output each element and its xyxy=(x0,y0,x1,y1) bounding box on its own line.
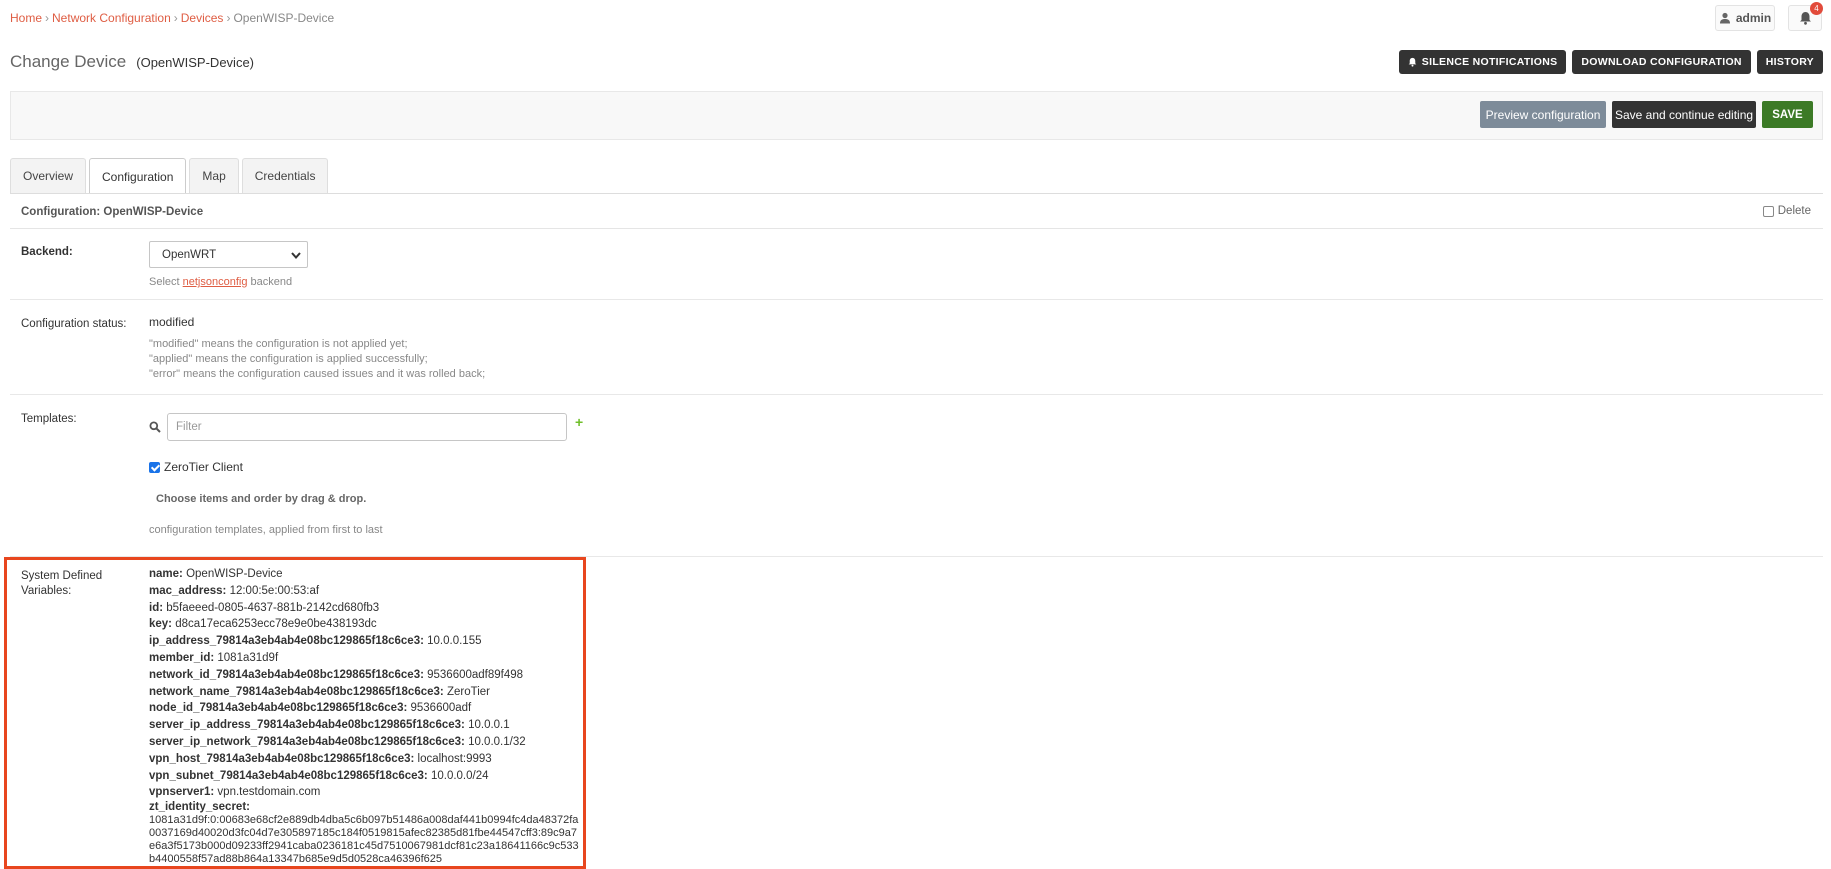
netjsonconfig-link[interactable]: netjsonconfig xyxy=(183,276,248,288)
page-title: Change Device (OpenWISP-Device) xyxy=(10,52,254,72)
user-icon xyxy=(1719,12,1730,24)
variable-item: id: b5faeeed-0805-4637-881b-2142cd680fb3 xyxy=(149,601,380,614)
variable-item: mac_address: 12:00:5e:00:53:af xyxy=(149,584,320,597)
template-filter-input[interactable]: Filter xyxy=(167,413,567,441)
object-tools: SILENCE NOTIFICATIONS DOWNLOAD CONFIGURA… xyxy=(1398,50,1823,74)
variable-item-identity-secret: zt_identity_secret: 1081a31d9f:0:00683e6… xyxy=(149,801,581,866)
backend-label: Backend: xyxy=(21,246,73,258)
configuration-status-label: Configuration status: xyxy=(21,318,127,330)
variable-item: node_id_79814a3eb4ab4e08bc129865f18c6ce3… xyxy=(149,702,472,715)
system-variables-label-line2: Variables: xyxy=(21,585,72,597)
templates-label: Templates: xyxy=(21,413,77,425)
breadcrumb-devices-link[interactable]: Devices xyxy=(181,11,224,25)
system-variables-list: name: OpenWISP-Device mac_address: 12:00… xyxy=(149,566,581,866)
status-help-applied: "applied" means the configuration is app… xyxy=(149,353,428,365)
variable-item: key: d8ca17eca6253ecc78e9e0be438193dc xyxy=(149,618,377,631)
template-item-label: ZeroTier Client xyxy=(164,460,243,474)
status-help-modified: "modified" means the configuration is no… xyxy=(149,338,408,350)
variable-item: ip_address_79814a3eb4ab4e08bc129865f18c6… xyxy=(149,635,482,648)
preview-configuration-button[interactable]: Preview configuration xyxy=(1480,101,1606,128)
silence-notifications-button[interactable]: SILENCE NOTIFICATIONS xyxy=(1398,50,1567,74)
breadcrumb-separator: › xyxy=(173,11,178,25)
search-icon xyxy=(149,421,161,433)
system-variables-label-line1: System Defined xyxy=(21,570,103,582)
tab-configuration[interactable]: Configuration xyxy=(89,158,187,194)
tab-credentials[interactable]: Credentials xyxy=(241,158,329,193)
top-bar: Home › Network Configuration › Devices › OpenW… xyxy=(0,0,1831,36)
configuration-status-value: modified xyxy=(149,315,195,329)
tab-bar: Overview Configuration Map Credentials xyxy=(10,158,329,194)
variable-item: network_id_79814a3eb4ab4e08bc129865f18c6… xyxy=(149,668,524,681)
status-help-error: "error" means the configuration caused i… xyxy=(149,368,486,380)
submit-row: Preview configuration Save and continue … xyxy=(10,91,1823,140)
configuration-title: Configuration: OpenWISP-Device xyxy=(21,206,204,218)
variable-item: server_ip_network_79814a3eb4ab4e08bc1298… xyxy=(149,735,526,748)
variable-item: name: OpenWISP-Device xyxy=(149,568,283,580)
configuration-header: Configuration: OpenWISP-Device Delete xyxy=(10,194,1823,229)
user-menu-button[interactable]: admin xyxy=(1715,5,1775,31)
system-variables-label: System Defined Variables: xyxy=(21,569,102,599)
page-title-text: Change Device xyxy=(10,52,127,71)
bell-icon xyxy=(1799,12,1811,25)
breadcrumb-home-link[interactable]: Home xyxy=(10,11,42,25)
bell-icon xyxy=(1408,57,1417,67)
breadcrumb-current: OpenWISP-Device xyxy=(233,11,335,25)
breadcrumb: Home › Network Configuration › Devices › OpenW… xyxy=(10,11,334,25)
backend-help-suffix: backend xyxy=(250,276,293,288)
variable-item: vpnserver1: vpn.testdomain.com xyxy=(149,786,321,799)
add-template-icon[interactable]: + xyxy=(575,414,583,430)
chevron-down-icon xyxy=(291,252,301,260)
tab-map[interactable]: Map xyxy=(189,158,239,193)
silence-notifications-label: SILENCE NOTIFICATIONS xyxy=(1421,56,1558,68)
user-name: admin xyxy=(1735,11,1772,25)
download-configuration-button[interactable]: DOWNLOAD CONFIGURATION xyxy=(1572,50,1751,74)
breadcrumb-network-configuration-link[interactable]: Network Configuration xyxy=(52,11,171,25)
history-button[interactable]: HISTORY xyxy=(1756,50,1823,74)
templates-row: Templates: Filter + ZeroTier Client Choo… xyxy=(10,395,1823,557)
backend-help-prefix: Select xyxy=(149,276,180,288)
configuration-status-help: "modified" means the configuration is no… xyxy=(149,337,485,382)
template-checkbox[interactable] xyxy=(149,461,160,473)
delete-label: Delete xyxy=(1777,205,1811,217)
breadcrumb-separator: › xyxy=(45,11,50,25)
variable-item: server_ip_address_79814a3eb4ab4e08bc1298… xyxy=(149,719,510,732)
breadcrumb-separator: › xyxy=(226,11,231,25)
backend-select-value: OpenWRT xyxy=(162,248,217,261)
save-continue-button[interactable]: Save and continue editing xyxy=(1612,101,1756,128)
templates-help: configuration templates, applied from fi… xyxy=(149,524,383,536)
identity-secret-value: 1081a31d9f:0:00683e68cf2e889db4dba5c6b09… xyxy=(149,814,579,866)
notification-badge: 4 xyxy=(1810,2,1823,15)
tab-overview[interactable]: Overview xyxy=(10,158,87,193)
template-filter: Filter + xyxy=(149,413,583,441)
notifications-button[interactable]: 4 xyxy=(1788,2,1823,31)
backend-row: Backend: OpenWRT Select netjsonconfig ba… xyxy=(10,229,1823,300)
configuration-status-row: Configuration status: modified "modified… xyxy=(10,300,1823,395)
backend-select[interactable]: OpenWRT xyxy=(149,241,308,268)
variable-item: member_id: 1081a31d9f xyxy=(149,651,279,664)
template-item-zerotier[interactable]: ZeroTier Client xyxy=(149,460,583,474)
variable-item: network_name_79814a3eb4ab4e08bc129865f18… xyxy=(149,685,490,698)
system-variables-row: System Defined Variables: name: OpenWISP… xyxy=(10,557,1823,868)
variable-item: vpn_host_79814a3eb4ab4e08bc129865f18c6ce… xyxy=(149,752,492,765)
identity-secret-key: zt_identity_secret: xyxy=(149,801,250,814)
variable-item: vpn_subnet_79814a3eb4ab4e08bc129865f18c6… xyxy=(149,769,489,782)
object-name: (OpenWISP-Device) xyxy=(136,55,254,70)
backend-help: Select netjsonconfig backend xyxy=(149,275,308,290)
delete-toggle[interactable]: Delete xyxy=(1762,205,1811,217)
delete-checkbox[interactable] xyxy=(1762,205,1774,217)
drag-drop-hint: Choose items and order by drag & drop. xyxy=(156,493,367,505)
save-button[interactable]: SAVE xyxy=(1762,101,1813,128)
